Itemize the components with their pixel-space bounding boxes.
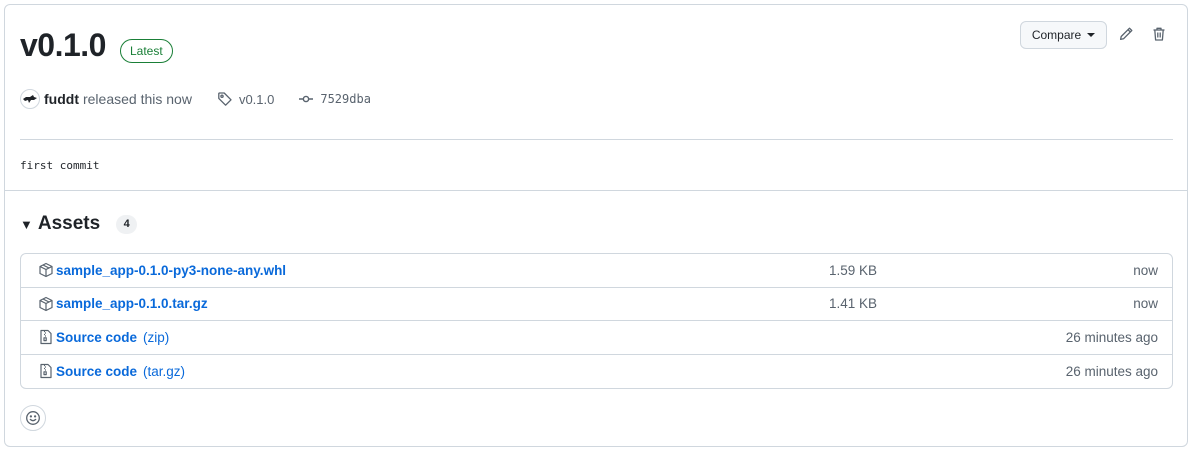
avatar[interactable] xyxy=(20,89,40,109)
compare-label: Compare xyxy=(1031,28,1082,42)
asset-time: 26 minutes ago xyxy=(1065,363,1158,379)
release-title[interactable]: v0.1.0 xyxy=(20,27,106,64)
commit-link[interactable]: 7529dba xyxy=(298,91,371,107)
assets-count-badge: 4 xyxy=(116,214,138,234)
release-notes: first commit xyxy=(20,159,100,172)
asset-row: Source code (zip) 26 minutes ago xyxy=(21,321,1172,355)
released-text: released this now xyxy=(82,91,192,107)
asset-time: now xyxy=(1133,262,1158,278)
delete-button[interactable] xyxy=(1148,23,1170,45)
asset-format[interactable]: (tar.gz) xyxy=(143,364,185,379)
asset-link[interactable]: Source code (zip) xyxy=(38,329,169,345)
assets-title: Assets xyxy=(37,213,101,234)
asset-row: sample_app-0.1.0-py3-none-any.whl 1.59 K… xyxy=(21,254,1172,288)
add-reaction-button[interactable] xyxy=(20,405,46,431)
caret-down-icon xyxy=(1087,33,1096,37)
latest-badge: Latest xyxy=(120,39,173,63)
asset-name[interactable]: sample_app-0.1.0-py3-none-any.whl xyxy=(56,263,286,278)
trash-icon xyxy=(1153,27,1165,41)
avatar-icon xyxy=(23,95,37,103)
file-zip-icon xyxy=(38,329,54,345)
asset-list: sample_app-0.1.0-py3-none-any.whl 1.59 K… xyxy=(20,253,1173,389)
asset-link[interactable]: sample_app-0.1.0.tar.gz xyxy=(38,296,214,312)
asset-time: 26 minutes ago xyxy=(1065,329,1158,345)
asset-row: Source code (tar.gz) 26 minutes ago xyxy=(21,355,1172,389)
tag-label: v0.1.0 xyxy=(238,91,275,107)
asset-size: 1.41 KB xyxy=(829,296,878,312)
commit-label: 7529dba xyxy=(320,92,371,106)
asset-row: sample_app-0.1.0.tar.gz 1.41 KB now xyxy=(21,288,1172,321)
git-commit-icon xyxy=(299,95,314,103)
release-meta: fuddt released this now v0.1.0 7529dba xyxy=(20,89,371,109)
assets-toggle[interactable]: ▼ Assets 4 xyxy=(20,213,138,235)
asset-format[interactable]: (zip) xyxy=(143,330,169,345)
asset-size: 1.59 KB xyxy=(829,262,878,278)
package-icon xyxy=(38,296,54,312)
divider xyxy=(5,190,1187,191)
asset-name[interactable]: sample_app-0.1.0.tar.gz xyxy=(56,296,208,311)
asset-name[interactable]: Source code xyxy=(56,330,137,345)
file-zip-icon xyxy=(38,363,54,379)
asset-link[interactable]: sample_app-0.1.0-py3-none-any.whl xyxy=(38,262,292,278)
divider xyxy=(20,139,1173,140)
release-card: v0.1.0 Latest Compare fuddt released thi… xyxy=(4,4,1188,447)
edit-button[interactable] xyxy=(1115,23,1137,45)
compare-button[interactable]: Compare xyxy=(1020,21,1107,49)
tag-icon xyxy=(218,92,232,106)
author-link[interactable]: fuddt xyxy=(44,91,79,107)
triangle-down-icon: ▼ xyxy=(20,216,33,232)
asset-name[interactable]: Source code xyxy=(56,364,137,379)
tag-link[interactable]: v0.1.0 xyxy=(217,91,274,107)
package-icon xyxy=(38,262,54,278)
asset-time: now xyxy=(1133,296,1158,312)
pencil-icon xyxy=(1119,27,1133,41)
asset-link[interactable]: Source code (tar.gz) xyxy=(38,363,185,379)
smiley-icon xyxy=(26,411,40,425)
